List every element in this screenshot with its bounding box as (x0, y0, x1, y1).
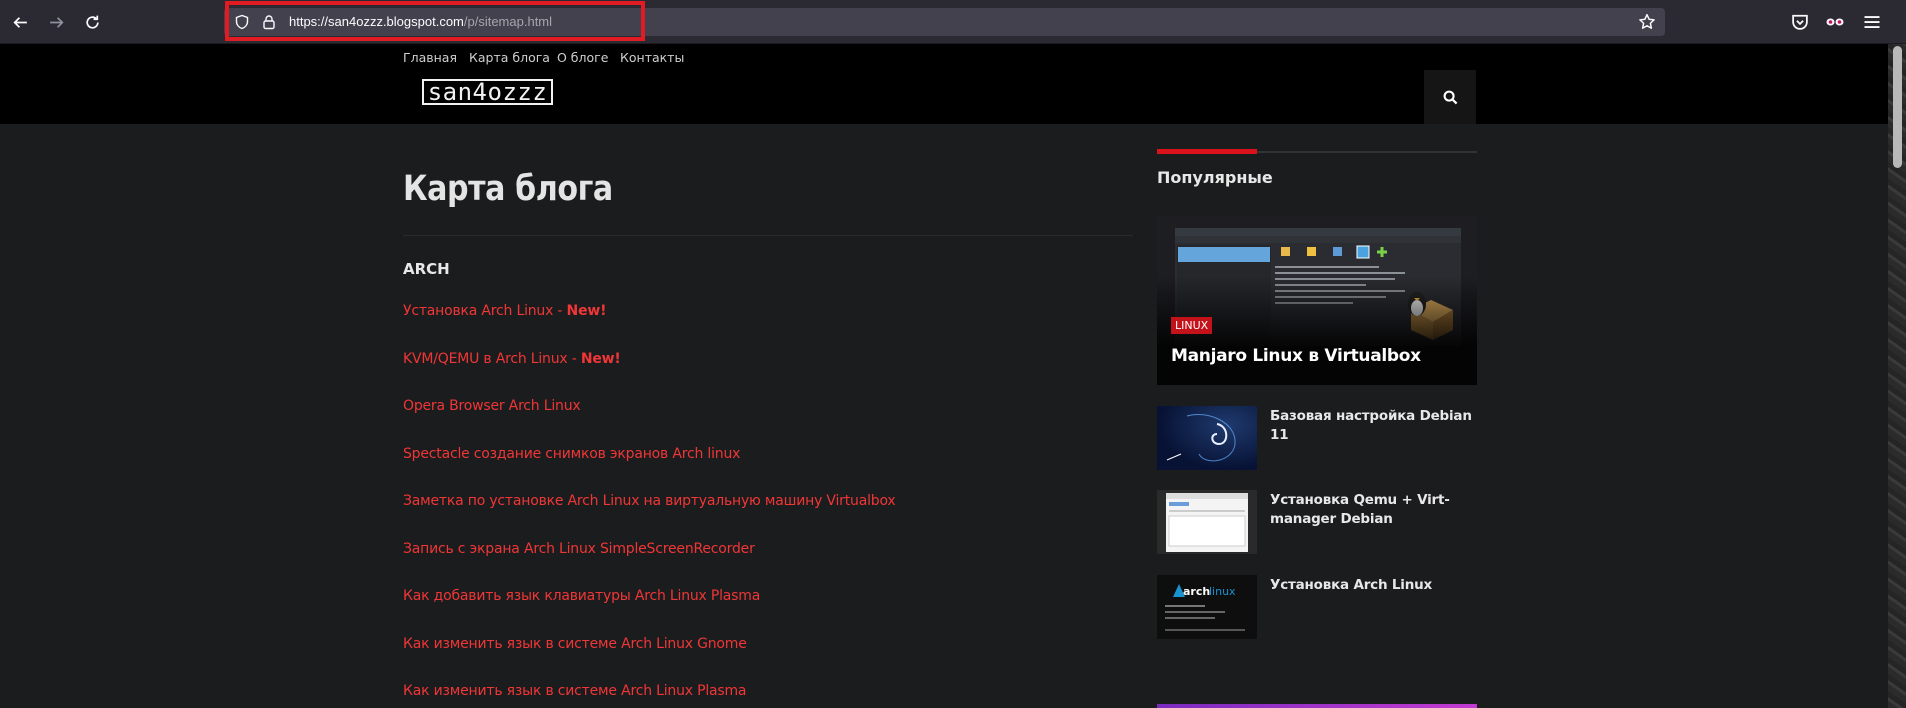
arrow-left-icon (12, 16, 27, 28)
post-title: Заметка по установке Arch Linux на вирту… (403, 493, 896, 509)
nav-contacts[interactable]: Контакты (620, 50, 684, 65)
debian-swirl-icon (1166, 414, 1236, 462)
post-title: Opera Browser Arch Linux (403, 398, 581, 414)
back-button[interactable] (7, 9, 33, 35)
post-link[interactable]: Установка Arch Linux - New! (403, 303, 606, 319)
list-item: Opera Browser Arch Linux (403, 397, 895, 445)
post-link[interactable]: Запись с экрана Arch Linux SimpleScreenR… (403, 541, 755, 557)
url-host: https://san4ozzz.blogspot.com (289, 14, 464, 29)
sidebar-divider (1257, 151, 1477, 153)
post-list: Установка Arch Linux - New! KVM/QEMU в A… (403, 302, 896, 708)
nav-sitemap[interactable]: Карта блога (469, 50, 550, 65)
new-badge: New! (580, 350, 621, 367)
featured-post[interactable]: LINUX Manjaro Linux в Virtualbox (1157, 216, 1477, 385)
post-link[interactable]: Как изменить язык в системе Arch Linux G… (403, 636, 747, 652)
forward-button[interactable] (43, 9, 69, 35)
post-link[interactable]: Как изменить язык в системе Arch Linux P… (403, 683, 747, 699)
list-item: Spectacle создание снимков экранов Arch … (403, 445, 895, 493)
post-title: Запись с экрана Arch Linux SimpleScreenR… (403, 540, 755, 557)
reload-button[interactable] (79, 9, 105, 35)
post-title: Spectacle создание снимков экранов Arch … (403, 445, 741, 462)
url-bar[interactable]: https://san4ozzz.blogspot.com/p/sitemap.… (224, 8, 1665, 36)
pocket-icon[interactable] (1790, 12, 1810, 32)
list-item: Запись с экрана Arch Linux SimpleScreenR… (403, 540, 895, 588)
post-link[interactable]: Opera Browser Arch Linux (403, 398, 581, 414)
sidebar-title: Популярные (1157, 168, 1273, 187)
featured-post-title[interactable]: Manjaro Linux в Virtualbox (1171, 346, 1421, 366)
arrow-right-icon (49, 16, 64, 28)
browser-toolbar: https://san4ozzz.blogspot.com/p/sitemap.… (0, 0, 1906, 44)
post-title: KVM/QEMU в Arch Linux - (403, 350, 581, 367)
site-logo[interactable]: san4ozzz (422, 79, 553, 105)
url-path: /p/sitemap.html (463, 14, 553, 29)
post-link[interactable]: Как добавить язык клавиатуры Arch Linux … (403, 588, 760, 604)
list-item: Заметка по установке Arch Linux на вирту… (403, 492, 896, 540)
sidebar-accent-bar (1157, 149, 1257, 154)
list-item: Как изменить язык в системе Arch Linux G… (403, 635, 895, 683)
next-widget-bar (1157, 704, 1477, 708)
list-item: Установка Arch Linux - New! (403, 302, 895, 350)
new-badge: New! (566, 303, 607, 319)
popular-post-item[interactable]: Установка Qemu + Virt-manager Debian (1157, 490, 1477, 556)
post-thumbnail[interactable] (1157, 406, 1257, 470)
section-heading: ARCH (403, 260, 450, 278)
list-item: Как изменить язык в системе Arch Linux P… (403, 682, 895, 708)
site-header: san4ozzz (0, 70, 1888, 124)
popular-post-item[interactable]: arch linux Установка Arch Linux (1157, 575, 1477, 641)
post-link[interactable]: Spectacle создание снимков экранов Arch … (403, 446, 740, 462)
web-page: Главная Карта блога О блоге Контакты san… (0, 44, 1888, 708)
svg-text:arch: arch (1183, 585, 1210, 598)
nav-home[interactable]: Главная (403, 50, 457, 65)
url-text[interactable]: https://san4ozzz.blogspot.com/p/sitemap.… (289, 14, 552, 30)
popular-post-title[interactable]: Установка Qemu + Virt-manager Debian (1270, 491, 1475, 529)
nav-about[interactable]: О блоге (557, 50, 608, 65)
list-item: KVM/QEMU в Arch Linux - New! (403, 350, 895, 398)
virt-manager-window-icon (1166, 493, 1248, 552)
shield-icon[interactable] (234, 14, 250, 30)
search-icon (1443, 90, 1457, 104)
category-badge[interactable]: LINUX (1171, 317, 1213, 334)
post-thumbnail[interactable]: arch linux (1157, 575, 1257, 639)
list-item: Как добавить язык клавиатуры Arch Linux … (403, 587, 895, 635)
post-thumbnail[interactable] (1157, 490, 1257, 554)
page-title: Карта блога (403, 169, 613, 209)
search-button[interactable] (1424, 70, 1476, 124)
lock-icon[interactable] (261, 14, 277, 30)
hamburger-menu-icon[interactable] (1862, 12, 1882, 32)
post-title: Установка Arch Linux - (403, 303, 567, 319)
post-title: Как изменить язык в системе Arch Linux P… (403, 683, 747, 699)
post-title: Как изменить язык в системе Arch Linux G… (403, 635, 747, 652)
top-navigation: Главная Карта блога О блоге Контакты (0, 44, 1888, 70)
archlinux-logo-icon: arch linux (1165, 584, 1245, 631)
post-link[interactable]: KVM/QEMU в Arch Linux - New! (403, 351, 621, 367)
scrollbar-thumb[interactable] (1893, 46, 1902, 168)
post-link[interactable]: Заметка по установке Arch Linux на вирту… (403, 493, 896, 509)
popular-post-title[interactable]: Базовая настройка Debian 11 (1270, 407, 1475, 445)
bookmark-star-icon[interactable] (1638, 13, 1656, 31)
title-divider (403, 235, 1133, 236)
svg-text:linux: linux (1209, 585, 1236, 598)
post-title: Как добавить язык клавиатуры Arch Linux … (403, 588, 761, 604)
reload-icon (85, 15, 99, 29)
private-mask-icon[interactable] (1825, 12, 1845, 32)
popular-post-item[interactable]: Базовая настройка Debian 11 (1157, 406, 1477, 472)
popular-post-title[interactable]: Установка Arch Linux (1270, 576, 1475, 595)
